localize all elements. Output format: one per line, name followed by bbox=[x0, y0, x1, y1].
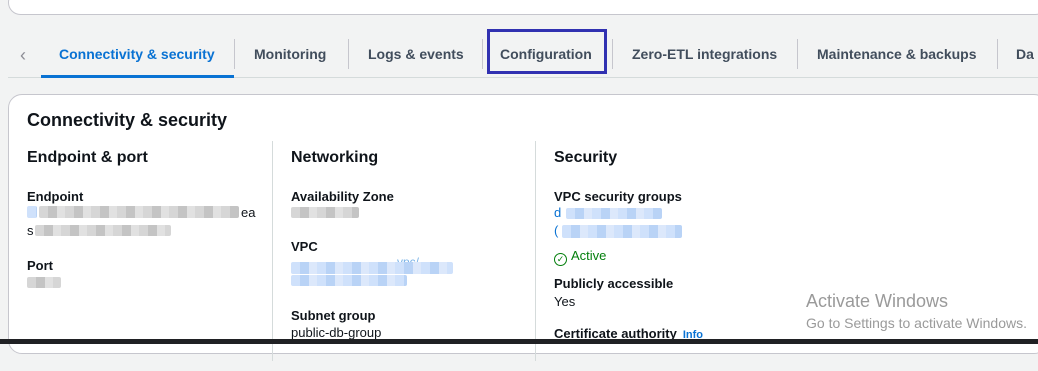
endpoint-port-column: Endpoint & port Endpoint ea s Port 3306 bbox=[27, 141, 267, 371]
publicly-accessible-label: Publicly accessible bbox=[554, 276, 674, 291]
networking-column: Networking Availability Zone VPC ...vpc/… bbox=[291, 141, 531, 371]
windows-activation-watermark: Activate Windows Go to Settings to activ… bbox=[806, 291, 1027, 331]
panel-title: Connectivity & security bbox=[27, 110, 228, 130]
publicly-accessible-value: Yes bbox=[554, 294, 576, 309]
subnet-group-label: Subnet group bbox=[291, 308, 376, 323]
availability-zone-label: Availability Zone bbox=[291, 189, 394, 204]
tab-separator bbox=[612, 39, 613, 69]
security-group-link-1[interactable]: d bbox=[554, 205, 561, 220]
networking-heading: Networking bbox=[291, 149, 379, 166]
tab-separator bbox=[234, 39, 235, 69]
top-card bbox=[8, 0, 1038, 15]
endpoint-port-heading: Endpoint & port bbox=[27, 149, 148, 166]
security-column: Security VPC security groups d ( ✓ Active… bbox=[554, 141, 794, 371]
tab-separator bbox=[997, 39, 998, 69]
tab-monitoring[interactable]: Monitoring bbox=[254, 33, 326, 76]
tab-connectivity-security[interactable]: Connectivity & security bbox=[59, 33, 215, 76]
availability-zone-redacted bbox=[291, 207, 359, 218]
watermark-subtitle: Go to Settings to activate Windows. bbox=[806, 315, 1027, 331]
tab-separator bbox=[348, 39, 349, 69]
configuration-tab-highlight bbox=[487, 29, 607, 74]
tab-scroll-left-icon[interactable]: ‹ bbox=[14, 45, 32, 65]
endpoint-label: Endpoint bbox=[27, 189, 84, 204]
tab-data-truncated[interactable]: Da bbox=[1016, 33, 1034, 76]
security-group-redacted bbox=[562, 225, 682, 238]
vpc-redacted bbox=[291, 275, 407, 286]
port-redacted bbox=[27, 277, 61, 288]
endpoint-redacted bbox=[39, 206, 239, 218]
column-divider bbox=[272, 141, 273, 361]
security-group-status: ✓ Active bbox=[554, 248, 606, 266]
tab-zero-etl-integrations[interactable]: Zero-ETL integrations bbox=[632, 33, 777, 76]
vpc-redacted bbox=[291, 262, 453, 274]
active-tab-indicator bbox=[41, 75, 234, 78]
vpc-security-groups-label: VPC security groups bbox=[554, 189, 682, 204]
check-circle-icon: ✓ bbox=[554, 253, 567, 266]
watermark-title: Activate Windows bbox=[806, 291, 949, 311]
tab-logs-events[interactable]: Logs & events bbox=[368, 33, 464, 76]
endpoint-value-line2[interactable]: s bbox=[27, 223, 34, 238]
tab-maintenance-backups[interactable]: Maintenance & backups bbox=[817, 33, 977, 76]
security-group-status-text: Active bbox=[571, 248, 607, 263]
vpc-label: VPC bbox=[291, 239, 318, 254]
tab-separator bbox=[797, 39, 798, 69]
endpoint-value-tail[interactable]: ea bbox=[241, 205, 255, 220]
security-group-link-2[interactable]: ( bbox=[554, 223, 558, 238]
security-heading: Security bbox=[554, 149, 618, 166]
subnet-group-value[interactable]: public-db-group bbox=[291, 325, 381, 340]
port-label: Port bbox=[27, 258, 53, 273]
tab-separator bbox=[482, 39, 483, 69]
endpoint-redacted bbox=[27, 206, 37, 218]
column-divider bbox=[535, 141, 536, 361]
security-group-redacted bbox=[566, 208, 662, 219]
endpoint-redacted bbox=[35, 225, 171, 236]
taskbar-edge bbox=[0, 339, 1038, 344]
